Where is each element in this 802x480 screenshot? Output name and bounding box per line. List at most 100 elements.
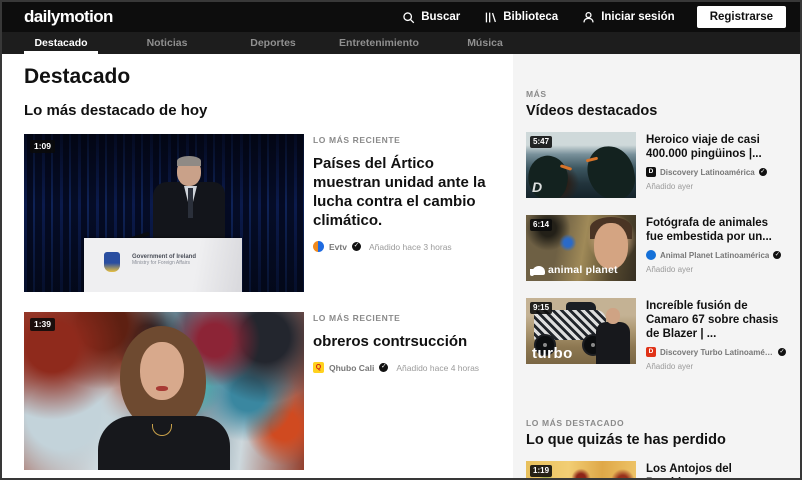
missed-section: LO MÁS DESTACADO Lo que quizás te has pe… (526, 418, 786, 478)
video-thumbnail-painting[interactable]: 1:39 (24, 312, 304, 470)
podium-line2: Ministry for Foreign Affairs (132, 260, 190, 266)
sidebar: MÁS Vídeos destacados 5:47 D Heroico via… (513, 54, 800, 478)
featured-videos-heading: Vídeos destacados (526, 103, 658, 119)
signin-button[interactable]: Iniciar sesión (570, 2, 687, 32)
added-timestamp: Añadido hace 3 horas (368, 241, 452, 252)
section-title: Lo más destacado de hoy (24, 102, 208, 119)
discovery-channel-logo: D (646, 167, 656, 178)
speaker-hair (177, 156, 201, 166)
video-title[interactable]: Fotógrafa de animales fue embestida por … (646, 216, 786, 244)
verified-badge-icon: ✓ (379, 363, 389, 373)
penguin-right (583, 142, 636, 198)
evtv-channel-logo (313, 241, 324, 253)
video-thumbnail-turbo[interactable]: 9:15 turbo (526, 298, 636, 364)
sidebar-video-turbo[interactable]: 9:15 turbo Increíble fusión de Camaro 67… (526, 298, 786, 371)
main-column: Destacado Lo más destacado de hoy 1:09 G… (2, 54, 513, 478)
verified-badge-icon: ✓ (773, 251, 782, 260)
channel-name[interactable]: Evtv (329, 242, 347, 252)
video-thumbnail-food[interactable]: 1:19 (526, 461, 636, 478)
sidebar-video-food[interactable]: 1:19 Los Antojos del Presidente (526, 461, 786, 478)
topbar-actions: Buscar Biblioteca Iniciar sesión Registr… (390, 2, 786, 32)
duration-badge: 1:39 (30, 318, 56, 331)
channel-name[interactable]: Discovery Latinoamérica (660, 168, 755, 177)
video-meta: D Discovery Latinoamérica ✓ (646, 167, 786, 178)
video-title[interactable]: Los Antojos del Presidente (646, 462, 786, 478)
featured-video-2: 1:39 LO MÁS RECIENTE obreros contrsucció… (24, 312, 513, 470)
duration-badge: 5:47 (530, 136, 553, 148)
tab-musica[interactable]: Música (432, 32, 538, 54)
video-meta: Evtv ✓ Añadido hace 3 horas (313, 241, 501, 253)
added-timestamp: Añadido ayer (646, 265, 694, 275)
turbo-watermark: turbo (532, 345, 573, 362)
library-button[interactable]: Biblioteca (472, 2, 570, 32)
channel-name[interactable]: Animal Planet Latinoamérica (660, 251, 769, 260)
host-head (606, 308, 620, 324)
missed-heading: Lo que quizás te has perdido (526, 432, 726, 449)
more-label: MÁS (526, 89, 547, 99)
sidebar-video-info: Increíble fusión de Camaro 67 sobre chas… (646, 298, 786, 371)
sidebar-video-info: Fotógrafa de animales fue embestida por … (646, 215, 786, 281)
host-figure (596, 322, 630, 364)
channel-name[interactable]: Qhubo Cali (329, 363, 374, 373)
video-thumbnail-animal-planet[interactable]: 6:14 animal planet (526, 215, 636, 281)
video-thumbnail-penguins[interactable]: 5:47 D (526, 132, 636, 198)
user-icon (582, 11, 595, 24)
channel-name[interactable]: Discovery Turbo Latinoamérica (660, 348, 774, 357)
sidebar-video-info: Los Antojos del Presidente (646, 461, 786, 478)
video-title[interactable]: Países del Ártico muestran unidad ante l… (313, 154, 501, 230)
duration-badge: 1:19 (530, 465, 553, 478)
signin-label: Iniciar sesión (601, 11, 675, 23)
video-title[interactable]: obreros contrsucción (313, 332, 501, 351)
featured-video-2-info: LO MÁS RECIENTE obreros contrsucción Q Q… (313, 312, 501, 470)
discovery-turbo-channel-logo: D (646, 347, 656, 358)
duration-badge: 9:15 (530, 302, 553, 314)
duration-badge: 6:14 (530, 219, 553, 231)
duration-badge: 1:09 (30, 140, 56, 153)
dailymotion-logo[interactable]: dailymotion (24, 7, 113, 27)
verified-badge-icon: ✓ (758, 168, 767, 177)
woman-lips (156, 386, 168, 391)
added-timestamp: Añadido ayer (646, 362, 694, 372)
library-label: Biblioteca (503, 11, 559, 23)
animal-planet-watermark-text: animal planet (548, 264, 618, 276)
featured-video-1: 1:09 Government of Ireland Ministry for … (24, 134, 513, 292)
verified-badge-icon: ✓ (351, 242, 361, 252)
category-nav: Destacado Noticias Deportes Entretenimie… (2, 32, 800, 54)
photographer-face (594, 223, 628, 269)
recency-label: LO MÁS RECIENTE (313, 135, 401, 145)
video-meta: D Discovery Turbo Latinoamérica ✓ (646, 347, 786, 358)
video-thumbnail-podium[interactable]: 1:09 Government of Ireland Ministry for … (24, 134, 304, 292)
discovery-watermark: D (532, 179, 543, 195)
featured-video-1-info: LO MÁS RECIENTE Países del Ártico muestr… (313, 134, 501, 292)
top-bar: dailymotion Buscar Biblioteca Iniciar se… (2, 2, 800, 32)
search-icon (402, 11, 415, 24)
podium: Government of Ireland Ministry for Forei… (84, 238, 242, 292)
dailymotion-page: dailymotion Buscar Biblioteca Iniciar se… (0, 0, 802, 480)
sidebar-video-penguins[interactable]: 5:47 D Heroico viaje de casi 400.000 pin… (526, 132, 786, 198)
speaker-tie (188, 188, 193, 218)
tab-destacado[interactable]: Destacado (8, 32, 114, 54)
search-label: Buscar (421, 11, 461, 23)
tab-deportes[interactable]: Deportes (220, 32, 326, 54)
video-title[interactable]: Heroico viaje de casi 400.000 pingüinos … (646, 133, 786, 161)
search-button[interactable]: Buscar (390, 2, 472, 32)
video-title[interactable]: Increíble fusión de Camaro 67 sobre chas… (646, 299, 786, 341)
tab-entretenimiento[interactable]: Entretenimiento (326, 32, 432, 54)
tab-noticias[interactable]: Noticias (114, 32, 220, 54)
animal-planet-watermark: animal planet (530, 264, 618, 276)
verified-badge-icon: ✓ (778, 348, 786, 357)
register-button[interactable]: Registrarse (696, 6, 786, 28)
library-icon (484, 11, 497, 24)
video-meta: Q Qhubo Cali ✓ Añadido hace 4 horas (313, 362, 501, 374)
qhubo-channel-logo: Q (313, 362, 324, 374)
recency-label: LO MÁS RECIENTE (313, 313, 401, 323)
sidebar-video-animal-planet[interactable]: 6:14 animal planet Fotógrafa de animales… (526, 215, 786, 281)
added-timestamp: Añadido hace 4 horas (396, 362, 480, 373)
video-meta: Animal Planet Latinoamérica ✓ (646, 250, 786, 261)
animal-planet-channel-logo (646, 250, 656, 261)
page-title: Destacado (24, 65, 131, 88)
sidebar-video-info: Heroico viaje de casi 400.000 pingüinos … (646, 132, 786, 198)
podium-text: Government of Ireland Ministry for Forei… (132, 254, 196, 266)
most-featured-label: LO MÁS DESTACADO (526, 418, 625, 429)
woman-face (140, 342, 184, 400)
